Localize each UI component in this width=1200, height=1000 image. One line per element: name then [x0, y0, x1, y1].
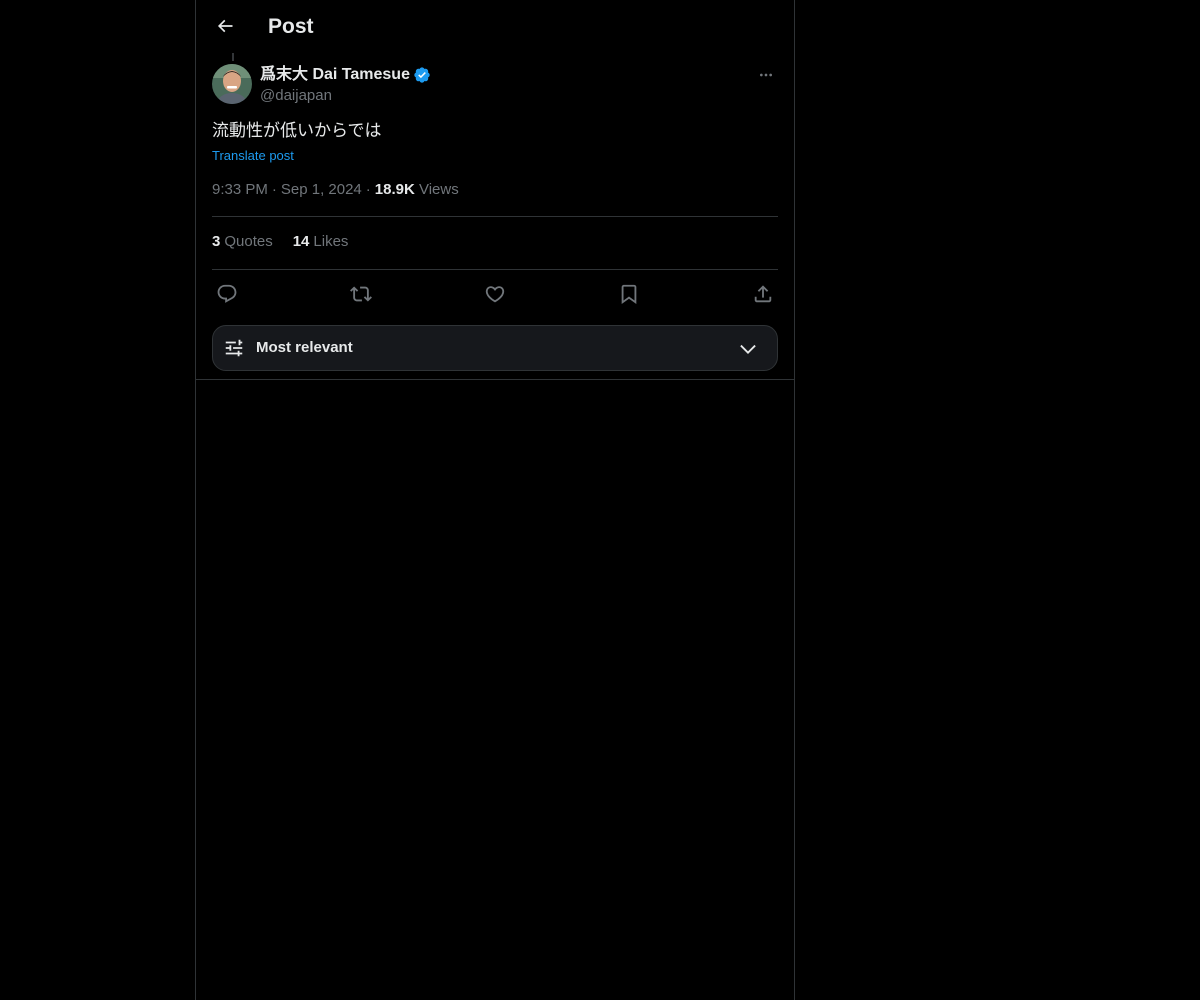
- bookmark-button[interactable]: [614, 281, 644, 307]
- user-avatar-icon: [212, 64, 252, 104]
- post-text: 流動性が低いからでは: [212, 121, 382, 141]
- quotes-label: Quotes: [224, 233, 273, 250]
- post-meta: 9:33 PM · Sep 1, 2024 · 18.9K Views: [212, 180, 459, 200]
- divider: [196, 379, 794, 380]
- verified-badge-icon: [414, 67, 430, 83]
- primary-column: Post 爲末大 Dai Tamesue @daijapan 流動性が低いからで…: [195, 0, 795, 1000]
- more-options-button[interactable]: [754, 64, 778, 86]
- divider: [212, 216, 778, 217]
- author-handle[interactable]: @daijapan: [260, 86, 431, 106]
- page-title: Post: [268, 15, 314, 38]
- like-button[interactable]: [480, 281, 510, 307]
- chevron-down-icon: [740, 344, 756, 354]
- repost-button[interactable]: [346, 281, 376, 307]
- arrow-left-icon: [217, 19, 233, 33]
- likes-label: Likes: [313, 233, 349, 250]
- translate-post-link[interactable]: Translate post: [212, 147, 294, 165]
- more-dots-icon: [760, 73, 772, 77]
- avatar[interactable]: [212, 64, 252, 104]
- meta-separator: ·: [271, 181, 277, 198]
- post-stats: 3 Quotes 14 Likes: [212, 232, 368, 252]
- page-header: Post: [196, 0, 794, 53]
- quotes-stat[interactable]: 3 Quotes: [212, 232, 273, 252]
- author-block: 爲末大 Dai Tamesue @daijapan: [260, 64, 431, 106]
- quotes-count: 3: [212, 233, 221, 250]
- post-actions: [212, 281, 778, 307]
- sort-label: Most relevant: [256, 339, 353, 356]
- post-time[interactable]: 9:33 PM: [212, 181, 268, 198]
- views-count: 18.9K: [374, 181, 415, 198]
- repost-icon: [350, 286, 372, 302]
- author-name[interactable]: 爲末大 Dai Tamesue: [260, 64, 410, 86]
- likes-stat[interactable]: 14 Likes: [293, 232, 349, 252]
- views-label: Views: [418, 181, 459, 198]
- author-name-row: 爲末大 Dai Tamesue: [260, 64, 431, 86]
- filter-sliders-icon: [225, 339, 243, 357]
- divider: [212, 269, 778, 270]
- post-date[interactable]: Sep 1, 2024: [281, 181, 362, 198]
- reply-icon: [217, 284, 237, 303]
- thread-connector-line: [232, 53, 234, 61]
- meta-separator: ·: [365, 181, 371, 198]
- like-icon: [485, 286, 505, 303]
- likes-count: 14: [292, 233, 310, 250]
- bookmark-icon: [621, 284, 637, 305]
- reply-button[interactable]: [212, 281, 242, 307]
- back-button[interactable]: [208, 9, 242, 43]
- sort-replies-dropdown[interactable]: Most relevant: [212, 325, 778, 371]
- share-button[interactable]: [748, 281, 778, 307]
- share-icon: [754, 285, 772, 303]
